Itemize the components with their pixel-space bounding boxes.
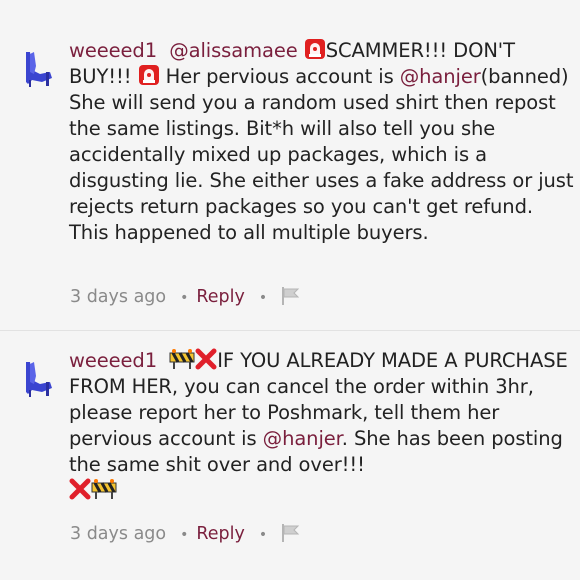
avatar[interactable] — [20, 358, 56, 398]
flag-icon[interactable] — [279, 286, 301, 306]
comment-feed: weeeed1 @alissamaee SCAMMER!!! DON'T BUY… — [0, 0, 580, 580]
comment-text: (banned) She will send you a random used… — [69, 65, 574, 244]
separator-dot: • — [180, 527, 189, 543]
separator-dot: • — [258, 527, 268, 543]
mention-link[interactable]: @alissamaee — [169, 39, 298, 62]
timestamp: 3 days ago — [70, 524, 167, 544]
flag-icon[interactable] — [279, 523, 301, 543]
siren-icon — [138, 65, 159, 85]
mention-link[interactable]: @hanjer — [263, 427, 342, 450]
reply-button[interactable]: Reply — [196, 287, 244, 307]
siren-icon — [304, 39, 325, 59]
avatar[interactable] — [20, 48, 56, 88]
comment-text: Her pervious account is — [159, 65, 400, 88]
comment-divider — [0, 330, 580, 331]
cross-mark-icon — [69, 478, 91, 500]
construction-barrier-icon — [91, 479, 117, 499]
timestamp: 3 days ago — [70, 287, 167, 307]
separator-dot: • — [180, 290, 189, 306]
username-link[interactable]: weeeed1 — [69, 39, 157, 62]
comment-body: weeeed1 @alissamaee SCAMMER!!! DON'T BUY… — [69, 38, 574, 246]
separator-dot: • — [258, 290, 268, 306]
comment-meta: 3 days ago • Reply • — [70, 285, 301, 309]
cross-mark-icon — [195, 348, 217, 370]
reply-button[interactable]: Reply — [196, 524, 244, 544]
mention-link[interactable]: @hanjer — [400, 65, 481, 88]
comment-meta: 3 days ago • Reply • — [70, 522, 301, 546]
construction-barrier-icon — [169, 349, 195, 369]
username-link[interactable]: weeeed1 — [69, 349, 157, 372]
comment-body: weeeed1 IF YOU ALREADY MADE A PURCHASE F… — [69, 348, 574, 504]
